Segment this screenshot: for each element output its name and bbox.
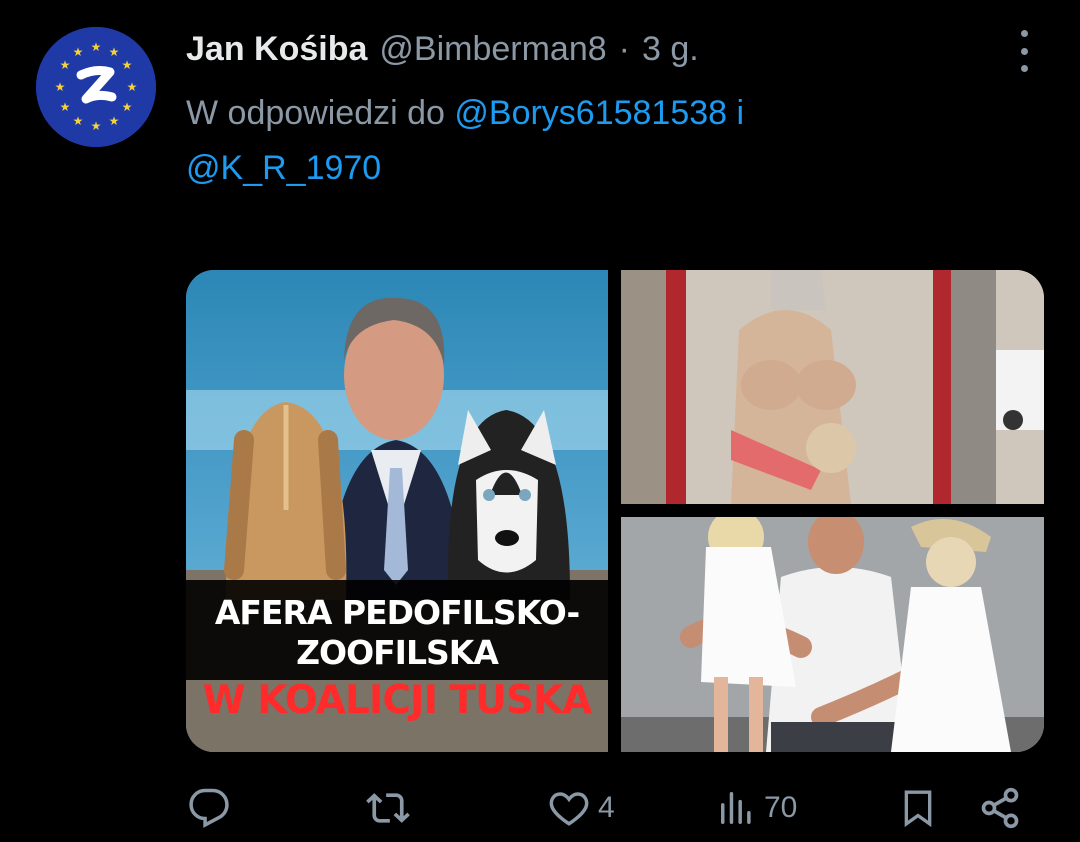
share-button[interactable] bbox=[978, 778, 1022, 838]
caption-line-2: ZOOFILSKA bbox=[296, 633, 499, 672]
svg-text:★: ★ bbox=[127, 80, 138, 94]
eu-flag-z-icon: ★ ★★ ★★★ ★★★ ★★★ bbox=[36, 27, 156, 147]
reply-mention-1[interactable]: @Borys61581538 bbox=[454, 94, 727, 132]
reply-conjunction: i bbox=[736, 94, 745, 132]
svg-text:★: ★ bbox=[91, 119, 102, 133]
retweet-icon bbox=[366, 793, 410, 823]
like-button[interactable]: 4 bbox=[548, 778, 615, 838]
dot-icon bbox=[1020, 47, 1028, 55]
caption-line-3: W KOALICJI TUSKA bbox=[202, 678, 593, 723]
author-handle[interactable]: @Bimberman8 bbox=[379, 30, 606, 69]
svg-text:★: ★ bbox=[60, 58, 71, 72]
media-grid: AFERA PEDOFILSKO- ZOOFILSKA W KOALICJI T… bbox=[186, 270, 1044, 752]
author-name[interactable]: Jan Kośiba bbox=[186, 30, 367, 69]
dot-icon bbox=[1020, 30, 1028, 37]
media-image-2[interactable] bbox=[621, 270, 1044, 504]
views-icon bbox=[721, 792, 751, 824]
billboard-photo bbox=[621, 270, 1044, 504]
svg-text:★: ★ bbox=[60, 100, 71, 114]
media-image-3[interactable] bbox=[621, 517, 1044, 752]
views-button[interactable]: 70 bbox=[718, 778, 797, 838]
more-options-icon[interactable] bbox=[1012, 30, 1036, 72]
retweet-button[interactable] bbox=[366, 778, 410, 838]
family-photo bbox=[621, 517, 1044, 752]
share-icon bbox=[981, 787, 1019, 829]
svg-text:★: ★ bbox=[73, 45, 84, 59]
svg-text:★: ★ bbox=[122, 100, 133, 114]
reply-mention-2[interactable]: @K_R_1970 bbox=[186, 149, 381, 187]
tweet-header: Jan Kośiba @Bimberman8 · 3 g. bbox=[186, 24, 1020, 74]
bookmark-button[interactable] bbox=[898, 778, 938, 838]
reply-context: W odpowiedzi do @Borys61581538 i @K_R_19… bbox=[186, 86, 946, 196]
svg-text:★: ★ bbox=[109, 114, 120, 128]
tweet-actions: 4 70 bbox=[186, 778, 1026, 838]
bookmark-icon bbox=[904, 790, 932, 828]
svg-text:★: ★ bbox=[109, 45, 120, 59]
views-count: 70 bbox=[764, 791, 798, 824]
separator-dot: · bbox=[618, 29, 630, 68]
svg-text:★: ★ bbox=[122, 58, 133, 72]
like-count: 4 bbox=[598, 791, 615, 824]
media-image-1[interactable]: AFERA PEDOFILSKO- ZOOFILSKA W KOALICJI T… bbox=[186, 270, 608, 752]
heart-icon bbox=[549, 792, 589, 826]
reply-prefix: W odpowiedzi do bbox=[186, 94, 445, 132]
timestamp[interactable]: 3 g. bbox=[642, 30, 699, 69]
avatar[interactable]: ★ ★ ★ ★ ★ ★ ★ ★ ★ ★ ★ ★ bbox=[36, 27, 156, 147]
svg-text:★: ★ bbox=[55, 80, 66, 94]
reply-button[interactable] bbox=[188, 778, 230, 838]
caption-line-1: AFERA PEDOFILSKO- bbox=[214, 593, 580, 632]
svg-text:★: ★ bbox=[91, 40, 102, 54]
dot-icon bbox=[1020, 65, 1028, 72]
comment-icon bbox=[189, 788, 229, 828]
svg-text:★: ★ bbox=[73, 114, 84, 128]
